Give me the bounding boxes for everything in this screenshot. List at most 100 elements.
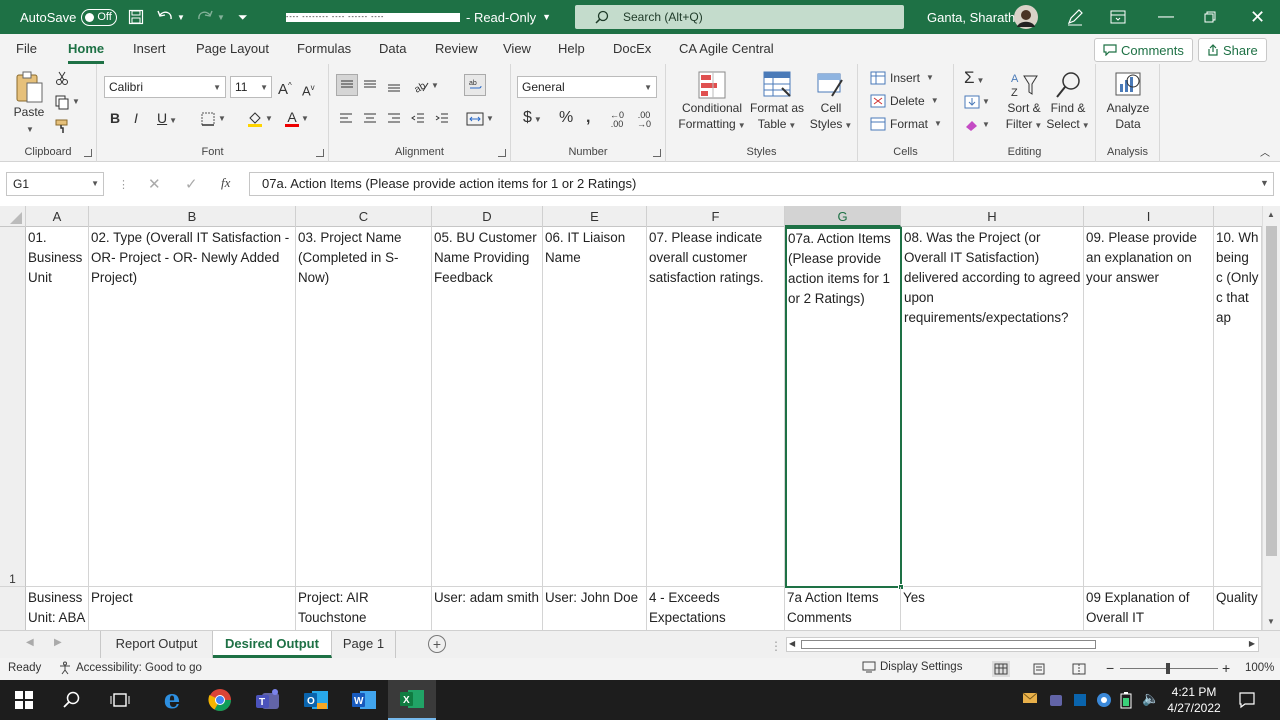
column-header-f[interactable]: F (647, 206, 785, 227)
increase-font-icon[interactable]: A^ (278, 78, 292, 98)
user-name[interactable]: Ganta, Sharath (927, 0, 1015, 34)
font-size-select[interactable]: 11 ▼ (230, 76, 272, 98)
find-select-button[interactable]: Find & Select ▼ (1046, 70, 1090, 134)
task-view-icon[interactable] (96, 680, 144, 720)
app-tray-icon[interactable] (1096, 692, 1112, 708)
cut-icon[interactable] (54, 70, 70, 86)
align-center-icon[interactable] (363, 112, 377, 124)
zoom-slider[interactable] (1120, 663, 1218, 674)
share-button[interactable]: Share (1198, 38, 1267, 62)
column-header-a[interactable]: A (26, 206, 89, 227)
cell-j2[interactable]: Quality (1214, 587, 1262, 630)
clipboard-launcher-icon[interactable] (84, 149, 92, 157)
column-header-b[interactable]: B (89, 206, 296, 227)
name-box[interactable]: G1 ▼ (6, 172, 104, 196)
vertical-scrollbar[interactable]: ▲ ▼ (1262, 206, 1280, 630)
orientation-icon[interactable]: ab ▼ (413, 78, 439, 94)
cell-h2[interactable]: Yes (901, 587, 1084, 630)
cell-f1[interactable]: 07. Please indicate overall customer sat… (647, 227, 785, 587)
cell-a1[interactable]: 01. Business Unit (26, 227, 89, 587)
font-color-icon[interactable]: A ▼ (285, 110, 309, 127)
cell-i1[interactable]: 09. Please provide an explanation on you… (1084, 227, 1214, 587)
select-all-corner[interactable] (0, 206, 26, 227)
page-layout-view-icon[interactable] (1032, 663, 1046, 675)
insert-function-icon[interactable]: fx (221, 175, 230, 191)
number-launcher-icon[interactable] (653, 149, 661, 157)
collapse-ribbon-icon[interactable]: ︿ (1260, 146, 1270, 162)
increase-decimal-icon[interactable]: ←0.00 (610, 111, 624, 129)
accessibility-status[interactable]: Accessibility: Good to go (58, 661, 202, 675)
autosave-toggle[interactable]: Off (81, 8, 118, 26)
tab-docex[interactable]: DocEx (613, 34, 651, 64)
column-header-d[interactable]: D (432, 206, 543, 227)
battery-icon[interactable] (1120, 691, 1132, 709)
cell-b1[interactable]: 02. Type (Overall IT Satisfaction - OR- … (89, 227, 296, 587)
next-sheet-icon[interactable]: ▶ (54, 637, 62, 648)
tab-view[interactable]: View (503, 34, 531, 64)
tab-file[interactable]: File (16, 34, 37, 64)
horizontal-scrollbar[interactable]: ◀ ▶ (786, 637, 1259, 652)
normal-view-icon[interactable] (992, 661, 1010, 677)
align-right-icon[interactable] (387, 112, 401, 124)
teams-tray-icon[interactable] (1048, 692, 1064, 708)
taskbar-clock[interactable]: 4:21 PM 4/27/2022 (1166, 684, 1222, 716)
tab-formulas[interactable]: Formulas (297, 34, 351, 64)
middle-align-icon[interactable] (363, 78, 377, 90)
search-input[interactable]: Search (Alt+Q) (575, 5, 904, 29)
cell-c1[interactable]: 03. Project Name (Completed in S-Now) (296, 227, 432, 587)
tab-page-layout[interactable]: Page Layout (196, 34, 269, 64)
spreadsheet-grid[interactable]: A B C D E F G H I 1 01. Business Unit 02… (0, 206, 1262, 630)
redo-icon[interactable]: ▼ (196, 0, 225, 34)
cell-e1[interactable]: 06. IT Liaison Name (543, 227, 647, 587)
tab-ca-agile-central[interactable]: CA Agile Central (679, 34, 774, 64)
autosave[interactable]: AutoSave Off (20, 0, 118, 34)
tab-data[interactable]: Data (379, 34, 406, 64)
notifications-icon[interactable] (1238, 691, 1256, 709)
sheet-tab-desired-output[interactable]: Desired Output (213, 631, 332, 658)
volume-icon[interactable]: 🔈 (1142, 690, 1159, 707)
excel-icon[interactable]: X (388, 680, 436, 720)
percent-icon[interactable]: % (559, 110, 573, 126)
copy-icon[interactable]: ▼ (54, 94, 80, 110)
conditional-formatting-button[interactable]: Conditional Formatting ▼ (674, 70, 750, 134)
align-left-icon[interactable] (339, 112, 353, 124)
display-settings[interactable]: Display Settings (862, 661, 962, 673)
column-header-j[interactable] (1214, 206, 1262, 227)
taskbar-search-icon[interactable] (48, 680, 96, 720)
comma-icon[interactable]: , (586, 110, 590, 126)
cancel-formula-icon[interactable]: ✕ (148, 175, 161, 193)
avatar[interactable] (1014, 0, 1038, 34)
cell-j1[interactable]: 10. Wh being c (Only c that ap (1214, 227, 1262, 587)
cell-g1-selected[interactable]: 07a. Action Items (Please provide action… (785, 227, 902, 588)
decrease-indent-icon[interactable] (411, 112, 425, 124)
format-painter-icon[interactable] (54, 118, 70, 134)
scroll-right-icon[interactable]: ▶ (1249, 639, 1255, 648)
minimize-icon[interactable]: — (1158, 0, 1174, 34)
scroll-up-icon[interactable]: ▲ (1267, 210, 1275, 219)
tab-insert[interactable]: Insert (133, 34, 166, 64)
zoom-slider-thumb[interactable] (1166, 663, 1170, 674)
cell-c2[interactable]: Project: AIR Touchstone (296, 587, 432, 630)
column-header-c[interactable]: C (296, 206, 432, 227)
cell-i2[interactable]: 09 Explanation of Overall IT (1084, 587, 1214, 630)
cell-a2[interactable]: Business Unit: ABA (26, 587, 89, 630)
comments-button[interactable]: Comments (1094, 38, 1193, 62)
start-icon[interactable] (0, 680, 48, 720)
scroll-down-icon[interactable]: ▼ (1267, 617, 1275, 626)
bottom-align-icon[interactable] (387, 80, 401, 92)
autosum-icon[interactable]: Σ ▼ (964, 69, 984, 89)
column-header-e[interactable]: E (543, 206, 647, 227)
column-header-g[interactable]: G (785, 206, 901, 227)
word-icon[interactable]: W (340, 680, 388, 720)
bold-icon[interactable]: B (110, 110, 120, 126)
cell-d2[interactable]: User: adam smith (432, 587, 543, 630)
merge-center-icon[interactable]: ▼ (466, 111, 494, 127)
clear-icon[interactable]: ▼ (964, 117, 990, 133)
format-as-table-button[interactable]: Format as Table ▼ (748, 70, 806, 134)
page-break-view-icon[interactable] (1072, 663, 1086, 675)
cell-e2[interactable]: User: John Doe (543, 587, 647, 630)
alignment-launcher-icon[interactable] (498, 149, 506, 157)
save-icon[interactable] (128, 0, 144, 34)
pen-icon[interactable] (1066, 0, 1084, 34)
outlook-icon[interactable]: O (292, 680, 340, 720)
